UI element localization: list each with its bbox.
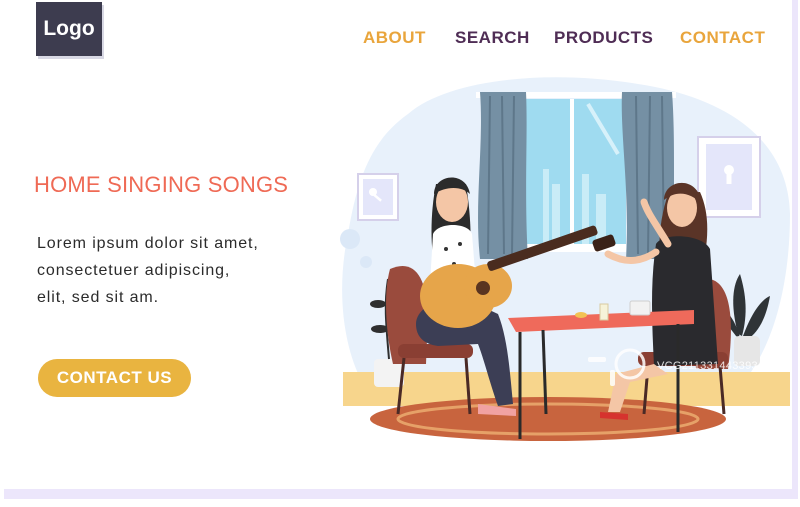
hero-description-line: consectetuer adipiscing,	[37, 262, 231, 279]
hero-headline: HOME SINGING SONGS	[34, 172, 289, 197]
hero-description-line: Lorem ipsum dolor sit amet,	[37, 235, 259, 252]
hero-description-line: elit, sed sit am.	[37, 289, 160, 306]
hero-description: Lorem ipsum dolor sit amet, consectetuer…	[37, 230, 337, 311]
nav-about[interactable]: ABOUT	[363, 28, 426, 50]
contact-us-button[interactable]: CONTACT US	[38, 359, 191, 397]
nav-contact[interactable]: CONTACT	[680, 28, 765, 50]
nav-products[interactable]: PRODUCTS	[554, 28, 653, 50]
hero-illustration	[340, 77, 790, 441]
logo[interactable]: Logo	[36, 2, 102, 56]
window	[526, 99, 626, 252]
watermark-text: VCG211331443393	[657, 360, 758, 372]
nav-search[interactable]: SEARCH	[455, 28, 530, 50]
